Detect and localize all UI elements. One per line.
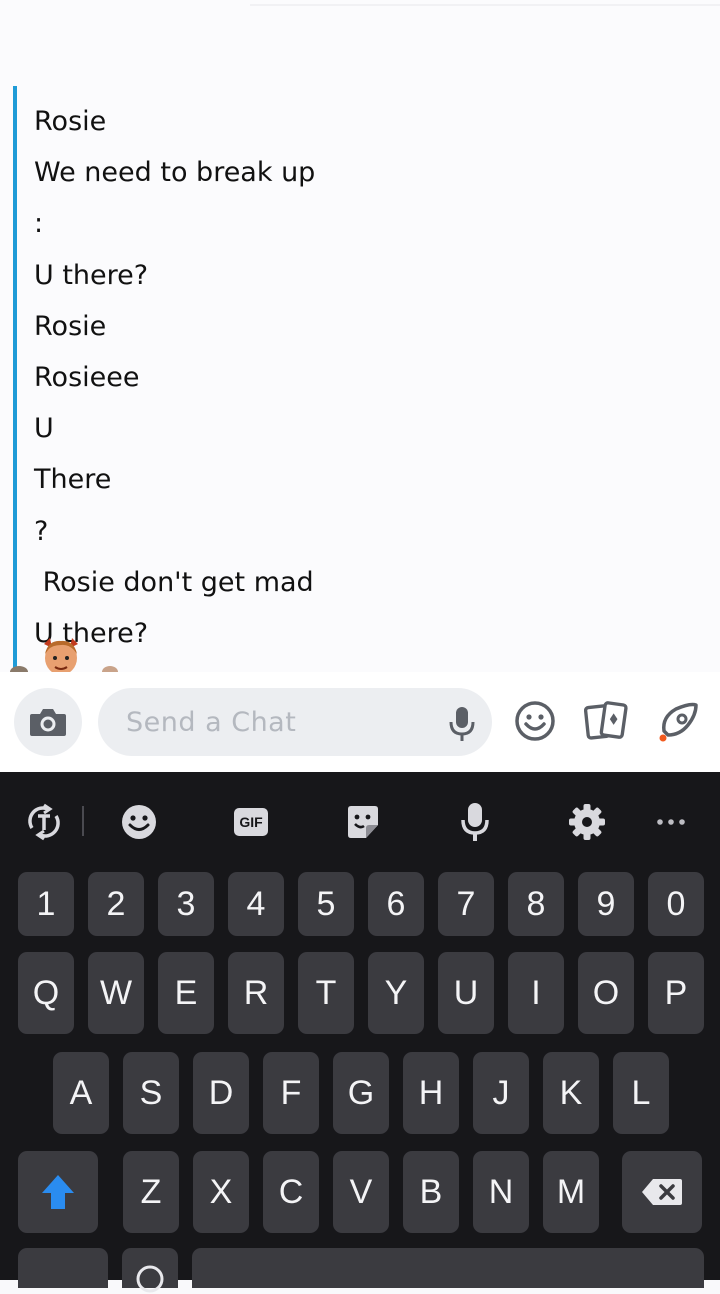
gif-label: GIF <box>239 814 263 830</box>
message-text: We need to break up <box>34 157 316 189</box>
globe-icon <box>136 1265 164 1293</box>
smiley-icon <box>515 701 555 741</box>
message-text: There <box>34 464 112 496</box>
message-text: : <box>34 208 44 240</box>
key-2[interactable]: 2 <box>88 872 144 936</box>
smiley-icon <box>122 805 156 839</box>
message-text: U <box>34 413 54 445</box>
key-6[interactable]: 6 <box>368 872 424 936</box>
space-bar[interactable] <box>192 1248 704 1288</box>
key-n[interactable]: N <box>473 1151 529 1233</box>
key-e[interactable]: E <box>158 952 214 1034</box>
key-4[interactable]: 4 <box>228 872 284 936</box>
key-l[interactable]: L <box>613 1052 669 1134</box>
header-divider <box>250 4 720 6</box>
bitmoji-avatar-icon <box>44 638 78 672</box>
symbols-key[interactable] <box>18 1248 108 1288</box>
sender-avatar-icon <box>10 666 28 672</box>
gear-icon <box>569 804 605 840</box>
voice-input-button[interactable] <box>453 800 497 844</box>
key-j[interactable]: J <box>473 1052 529 1134</box>
chat-input-placeholder: Send a Chat <box>126 706 297 738</box>
key-v[interactable]: V <box>333 1151 389 1233</box>
key-c[interactable]: C <box>263 1151 319 1233</box>
message-list: Rosie We need to break up : U there? Ros… <box>34 96 700 659</box>
shift-key[interactable] <box>18 1151 98 1233</box>
message-text: Rosieee <box>34 361 140 393</box>
key-w[interactable]: W <box>88 952 144 1034</box>
sticker-icon <box>348 806 378 838</box>
message-text: Rosie <box>34 106 107 137</box>
key-y[interactable]: Y <box>368 952 424 1034</box>
gif-icon: GIF <box>234 808 268 836</box>
key-1[interactable]: 1 <box>18 872 74 936</box>
keyboard-toolbar: GIF <box>0 772 720 872</box>
key-f[interactable]: F <box>263 1052 319 1134</box>
translate-button[interactable] <box>22 800 66 844</box>
key-i[interactable]: I <box>508 952 564 1034</box>
chat-area: Rosie We need to break up : U there? Ros… <box>0 0 720 672</box>
message-text: Rosie don't get mad <box>34 566 314 598</box>
translate-icon <box>28 803 60 841</box>
key-8[interactable]: 8 <box>508 872 564 936</box>
key-b[interactable]: B <box>403 1151 459 1233</box>
message-sender-bar <box>13 86 17 672</box>
stickers-button[interactable] <box>584 698 628 744</box>
emoji-button[interactable] <box>513 698 557 744</box>
key-3[interactable]: 3 <box>158 872 214 936</box>
key-q[interactable]: Q <box>18 952 74 1034</box>
microphone-icon[interactable] <box>448 706 476 742</box>
key-9[interactable]: 9 <box>578 872 634 936</box>
key-7[interactable]: 7 <box>438 872 494 936</box>
key-z[interactable]: Z <box>123 1151 179 1233</box>
soft-keyboard: G I F 1 2 3 4 5 6 7 8 9 0 Q W E R T Y U I … <box>0 772 720 1293</box>
key-5[interactable]: 5 <box>298 872 354 936</box>
key-m[interactable]: M <box>543 1151 599 1233</box>
keyboard-settings-button[interactable] <box>565 800 609 844</box>
key-g[interactable]: G <box>333 1052 389 1134</box>
emoji-key[interactable] <box>122 1248 178 1293</box>
shift-arrow-icon <box>42 1175 74 1209</box>
rocket-icon <box>659 702 698 742</box>
more-dots-icon <box>657 819 685 825</box>
key-a[interactable]: A <box>53 1052 109 1134</box>
key-t[interactable]: T <box>298 952 354 1034</box>
more-options-button[interactable] <box>649 800 693 844</box>
key-u[interactable]: U <box>438 952 494 1034</box>
message-text: ? <box>34 515 49 547</box>
toolbar-divider <box>82 806 84 836</box>
key-p[interactable]: P <box>648 952 704 1034</box>
key-0[interactable]: 0 <box>648 872 704 936</box>
backspace-icon <box>642 1179 682 1205</box>
key-k[interactable]: K <box>543 1052 599 1134</box>
sticker-button[interactable] <box>341 800 385 844</box>
backspace-key[interactable] <box>622 1151 702 1233</box>
key-s[interactable]: S <box>123 1052 179 1134</box>
camera-icon <box>30 709 66 736</box>
chat-input-field[interactable]: Send a Chat <box>98 688 492 756</box>
key-x[interactable]: X <box>193 1151 249 1233</box>
keyboard-emoji-button[interactable] <box>117 800 161 844</box>
message-text: U there? <box>34 617 149 649</box>
key-o[interactable]: O <box>578 952 634 1034</box>
key-r[interactable]: R <box>228 952 284 1034</box>
message-text: U there? <box>34 259 149 291</box>
microphone-icon <box>461 803 489 841</box>
key-h[interactable]: H <box>403 1052 459 1134</box>
cards-icon <box>584 701 628 740</box>
gif-button[interactable]: GIF <box>229 800 273 844</box>
games-button[interactable] <box>656 698 700 744</box>
typing-avatar-icon <box>102 666 118 672</box>
camera-button[interactable] <box>14 688 82 756</box>
key-d[interactable]: D <box>193 1052 249 1134</box>
message-text: Rosie <box>34 310 107 342</box>
